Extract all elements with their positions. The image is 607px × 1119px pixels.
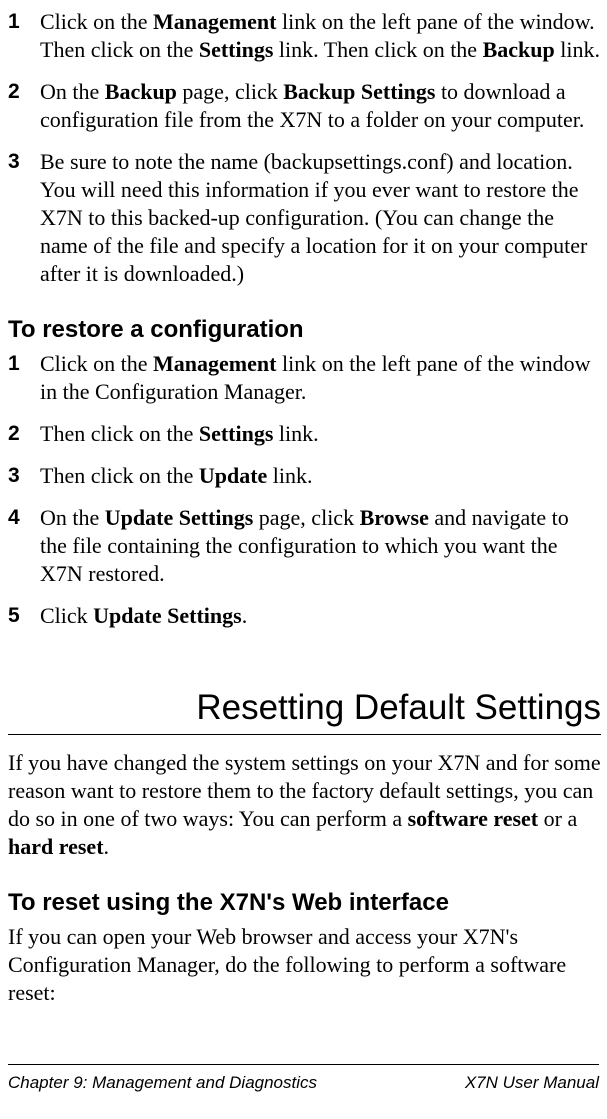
step-number: 1 <box>8 350 40 378</box>
list-item: 2On the Backup page, click Backup Settin… <box>8 78 601 134</box>
step-text: On the Update Settings page, click Brows… <box>40 504 601 588</box>
page-content: 1Click on the Management link on the lef… <box>8 8 601 1007</box>
section-title: Resetting Default Settings <box>8 688 601 734</box>
ordered-list-a: 1Click on the Management link on the lef… <box>8 8 601 288</box>
page-footer: Chapter 9: Management and Diagnostics X7… <box>8 1064 599 1093</box>
list-item: 3Be sure to note the name (backupsetting… <box>8 148 601 288</box>
step-text: Click on the Management link on the left… <box>40 350 601 406</box>
ordered-list-b: 1Click on the Management link on the lef… <box>8 350 601 630</box>
step-number: 2 <box>8 420 40 448</box>
step-number: 2 <box>8 78 40 106</box>
step-text: Then click on the Settings link. <box>40 420 601 448</box>
list-item: 4On the Update Settings page, click Brow… <box>8 504 601 588</box>
paragraph-web-reset: If you can open your Web browser and acc… <box>8 923 601 1007</box>
subheading-restore: To restore a configuration <box>8 316 601 344</box>
paragraph-reset-intro: If you have changed the system settings … <box>8 749 601 861</box>
footer-rule <box>8 1064 599 1065</box>
list-item: 3Then click on the Update link. <box>8 462 601 490</box>
section-rule <box>8 734 601 735</box>
step-text: Be sure to note the name (backupsettings… <box>40 148 601 288</box>
step-text: Click Update Settings. <box>40 602 601 630</box>
step-number: 3 <box>8 148 40 176</box>
step-number: 5 <box>8 602 40 630</box>
step-number: 1 <box>8 8 40 36</box>
step-number: 4 <box>8 504 40 532</box>
footer-manual: X7N User Manual <box>465 1073 599 1093</box>
step-text: Click on the Management link on the left… <box>40 8 601 64</box>
step-text: On the Backup page, click Backup Setting… <box>40 78 601 134</box>
footer-chapter: Chapter 9: Management and Diagnostics <box>8 1073 317 1093</box>
list-item: 5Click Update Settings. <box>8 602 601 630</box>
list-item: 1Click on the Management link on the lef… <box>8 8 601 64</box>
list-item: 2Then click on the Settings link. <box>8 420 601 448</box>
list-item: 1Click on the Management link on the lef… <box>8 350 601 406</box>
subheading-web-reset: To reset using the X7N's Web interface <box>8 889 601 917</box>
step-text: Then click on the Update link. <box>40 462 601 490</box>
step-number: 3 <box>8 462 40 490</box>
